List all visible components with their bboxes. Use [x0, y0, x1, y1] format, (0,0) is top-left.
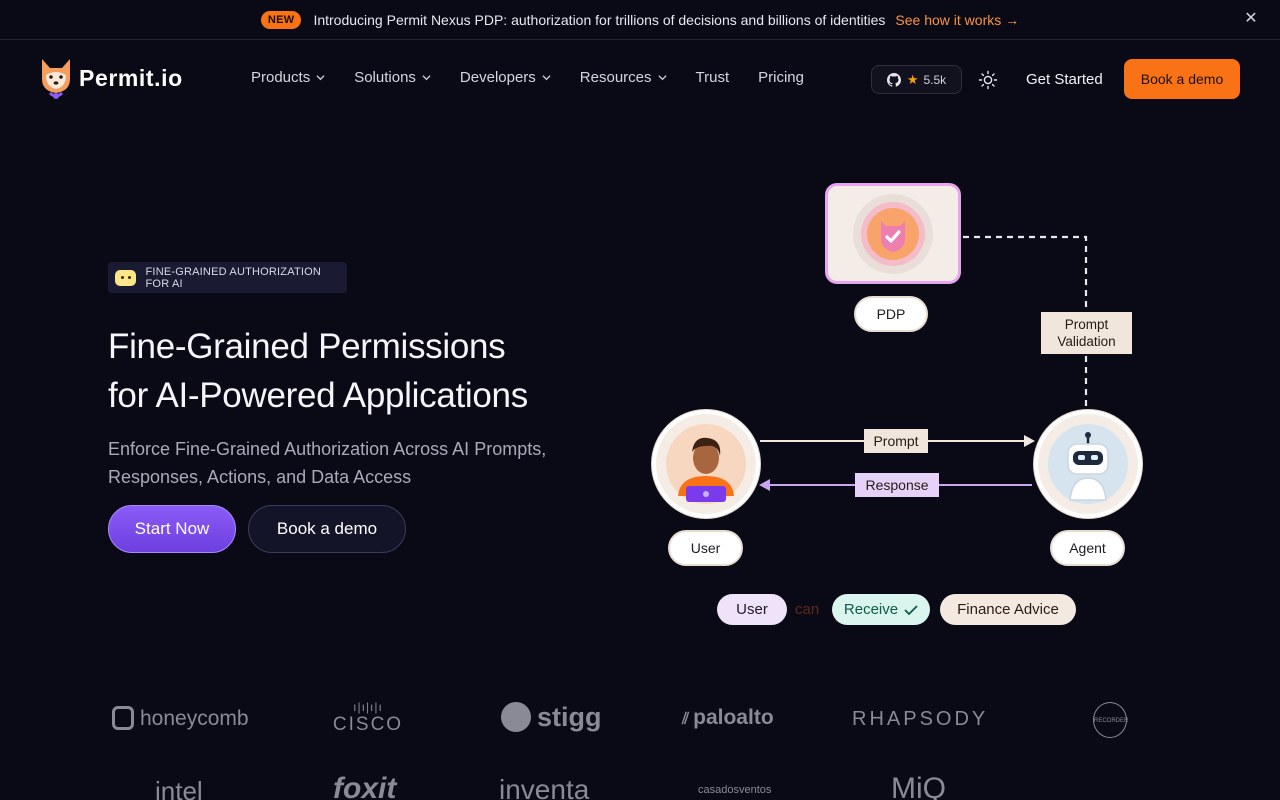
stigg-mark-icon: [501, 702, 531, 732]
rule-resource-chip: Finance Advice: [940, 594, 1076, 625]
agent-avatar: [1034, 410, 1142, 518]
new-badge: NEW: [260, 10, 302, 29]
intel-logo: intel: [155, 776, 203, 800]
rule-action-label: Receive: [843, 601, 899, 618]
nav-item-trust[interactable]: Trust: [696, 69, 730, 86]
brand-logo[interactable]: Permit.io: [38, 55, 183, 101]
top-navigation: Permit.io Products Solutions Developers …: [0, 41, 1280, 119]
miq-logo: MiQ: [891, 772, 946, 800]
headline-line-1: Fine-Grained Permissions: [108, 327, 506, 366]
rule-subject-chip: User: [717, 594, 787, 625]
headline-line-2: for AI-Powered Applications: [108, 376, 528, 415]
nav-item-label: Resources: [579, 69, 652, 86]
nav-item-solutions[interactable]: Solutions: [354, 69, 431, 86]
paloalto-mark-icon: ⫽: [682, 711, 690, 728]
announcement-link[interactable]: See how it works →: [895, 12, 1019, 28]
cisco-logo: ı|ı|ı|ı CISCO: [332, 700, 404, 735]
nav-item-products[interactable]: Products: [251, 69, 325, 86]
casadosventos-logo: casadosventos: [698, 784, 772, 796]
nav-item-pricing[interactable]: Pricing: [758, 69, 804, 86]
honeycomb-hex-icon: [112, 706, 134, 730]
chevron-down-icon: [316, 75, 325, 81]
nav-item-resources[interactable]: Resources: [580, 69, 667, 86]
nav-item-label: Developers: [459, 69, 536, 86]
stigg-logo: stigg: [501, 702, 602, 733]
hero-book-demo-button[interactable]: Book a demo: [248, 505, 406, 553]
user-label: User: [668, 530, 743, 566]
paloalto-logo: ⫽ paloalto: [682, 706, 774, 729]
user-person-icon: [666, 424, 746, 504]
nav-item-label: Products: [251, 69, 311, 86]
announcement-bar: NEW Introducing Permit Nexus PDP: author…: [0, 0, 1280, 40]
pdp-shield-icon: [853, 193, 933, 274]
nav-item-developers[interactable]: Developers: [460, 69, 551, 86]
start-now-button[interactable]: Start Now: [108, 505, 236, 553]
robot-icon: [115, 269, 136, 286]
chevron-down-icon: [422, 75, 431, 81]
main-menu: Products Solutions Developers Resources …: [251, 69, 833, 86]
rule-action-chip: Receive: [832, 594, 930, 625]
prompt-arrow-label: Prompt: [864, 429, 928, 453]
prompt-validation-label: Prompt Validation: [1041, 312, 1132, 354]
recorder-logo: RECORDER: [1093, 702, 1128, 738]
page-title: Fine-Grained Permissions for AI-Powered …: [108, 322, 528, 420]
authorization-diagram: PDP Prompt Validation User Agent Prompt …: [640, 170, 1160, 640]
github-icon: [886, 72, 901, 87]
cisco-bars-icon: ı|ı|ı|ı: [353, 700, 383, 714]
customer-logos-row-1: honeycomb ı|ı|ı|ı CISCO stigg ⫽ paloalto …: [0, 700, 1280, 740]
response-arrow-label: Response: [855, 473, 939, 497]
brand-name: Permit.io: [79, 64, 183, 91]
honeycomb-logo: honeycomb: [112, 706, 249, 731]
star-icon: ★: [906, 71, 919, 87]
agent-label: Agent: [1050, 530, 1125, 566]
pdp-label: PDP: [854, 296, 928, 332]
hero-subtitle: Enforce Fine-Grained Authorization Acros…: [108, 439, 547, 487]
close-icon[interactable]: ✕: [1242, 10, 1260, 28]
theme-toggle-sun-icon[interactable]: [978, 70, 998, 90]
rhapsody-logo: RHAPSODY: [852, 708, 989, 730]
chevron-down-icon: [542, 75, 551, 81]
check-icon: [904, 604, 918, 615]
get-started-link[interactable]: Get Started: [1026, 71, 1103, 88]
nav-item-label: Solutions: [354, 69, 416, 86]
github-star-count: 5.5k: [923, 72, 947, 87]
foxit-logo: foxit: [333, 772, 397, 800]
inventa-logo: inventa: [499, 774, 590, 800]
customer-logos-row-2: intel foxit inventa casadosventos MiQ: [0, 770, 1280, 800]
hero-tag: FINE-GRAINED AUTHORIZATION FOR AI: [108, 262, 347, 293]
nav-item-label: Trust: [695, 69, 730, 86]
nav-item-label: Pricing: [758, 69, 804, 86]
robot-agent-icon: [1048, 424, 1128, 504]
chevron-down-icon: [657, 75, 667, 81]
rule-verb: can: [795, 601, 820, 618]
fox-logo-icon: [42, 59, 70, 99]
hero-tag-label: FINE-GRAINED AUTHORIZATION FOR AI: [145, 265, 322, 290]
github-stars-button[interactable]: ★ 5.5k: [871, 65, 962, 94]
book-demo-button[interactable]: Book a demo: [1124, 59, 1240, 99]
user-avatar: [652, 410, 760, 518]
pdp-node: [825, 183, 961, 284]
announcement-message: Introducing Permit Nexus PDP: authorizat…: [313, 11, 886, 28]
